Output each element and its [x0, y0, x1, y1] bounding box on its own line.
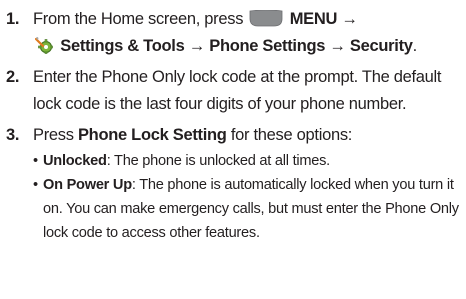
bullet: • [33, 177, 38, 193]
step-text: Enter the Phone Only lock code at the pr… [33, 68, 442, 113]
path-arrow: → [325, 37, 350, 55]
step-number: 3. [6, 126, 20, 144]
step-end: . [412, 37, 418, 55]
step-text: From the Home screen, press [33, 10, 244, 28]
path-arrow: → [184, 37, 210, 55]
step-2: 2. Enter the Phone Only lock code at the… [6, 64, 466, 118]
path-security: Security [349, 37, 413, 55]
step-body: From the Home screen, press MENU → Setti… [33, 6, 466, 60]
option-name: On Power Up [43, 177, 132, 193]
path-settings-tools: Settings & Tools [60, 37, 185, 55]
bullet: • [33, 153, 38, 169]
step-number: 2. [6, 68, 20, 86]
menu-key-icon [250, 10, 283, 27]
option-description: : The phone is unlocked at all times. [106, 153, 331, 169]
option-name: Unlocked [43, 153, 107, 169]
option-on-power-up: • On Power Up: The phone is automaticall… [33, 173, 466, 245]
path-phone-settings: Phone Settings [209, 37, 326, 55]
options-list: • Unlocked: The phone is unlocked at all… [33, 149, 466, 245]
step-text: Press [33, 126, 78, 144]
phone-lock-setting-label: Phone Lock Setting [77, 126, 227, 144]
step-1: 1. From the Home screen, press MENU → Se… [6, 6, 466, 60]
settings-tools-icon [35, 37, 53, 54]
menu-label: MENU → [289, 10, 358, 28]
step-3: 3. Press Phone Lock Setting for these op… [6, 122, 466, 245]
step-text: for these options: [226, 126, 353, 144]
instruction-page: 1. From the Home screen, press MENU → Se… [0, 0, 466, 299]
option-unlocked: • Unlocked: The phone is unlocked at all… [33, 149, 466, 173]
step-body: Press Phone Lock Setting for these optio… [33, 122, 466, 245]
step-number: 1. [6, 10, 20, 28]
